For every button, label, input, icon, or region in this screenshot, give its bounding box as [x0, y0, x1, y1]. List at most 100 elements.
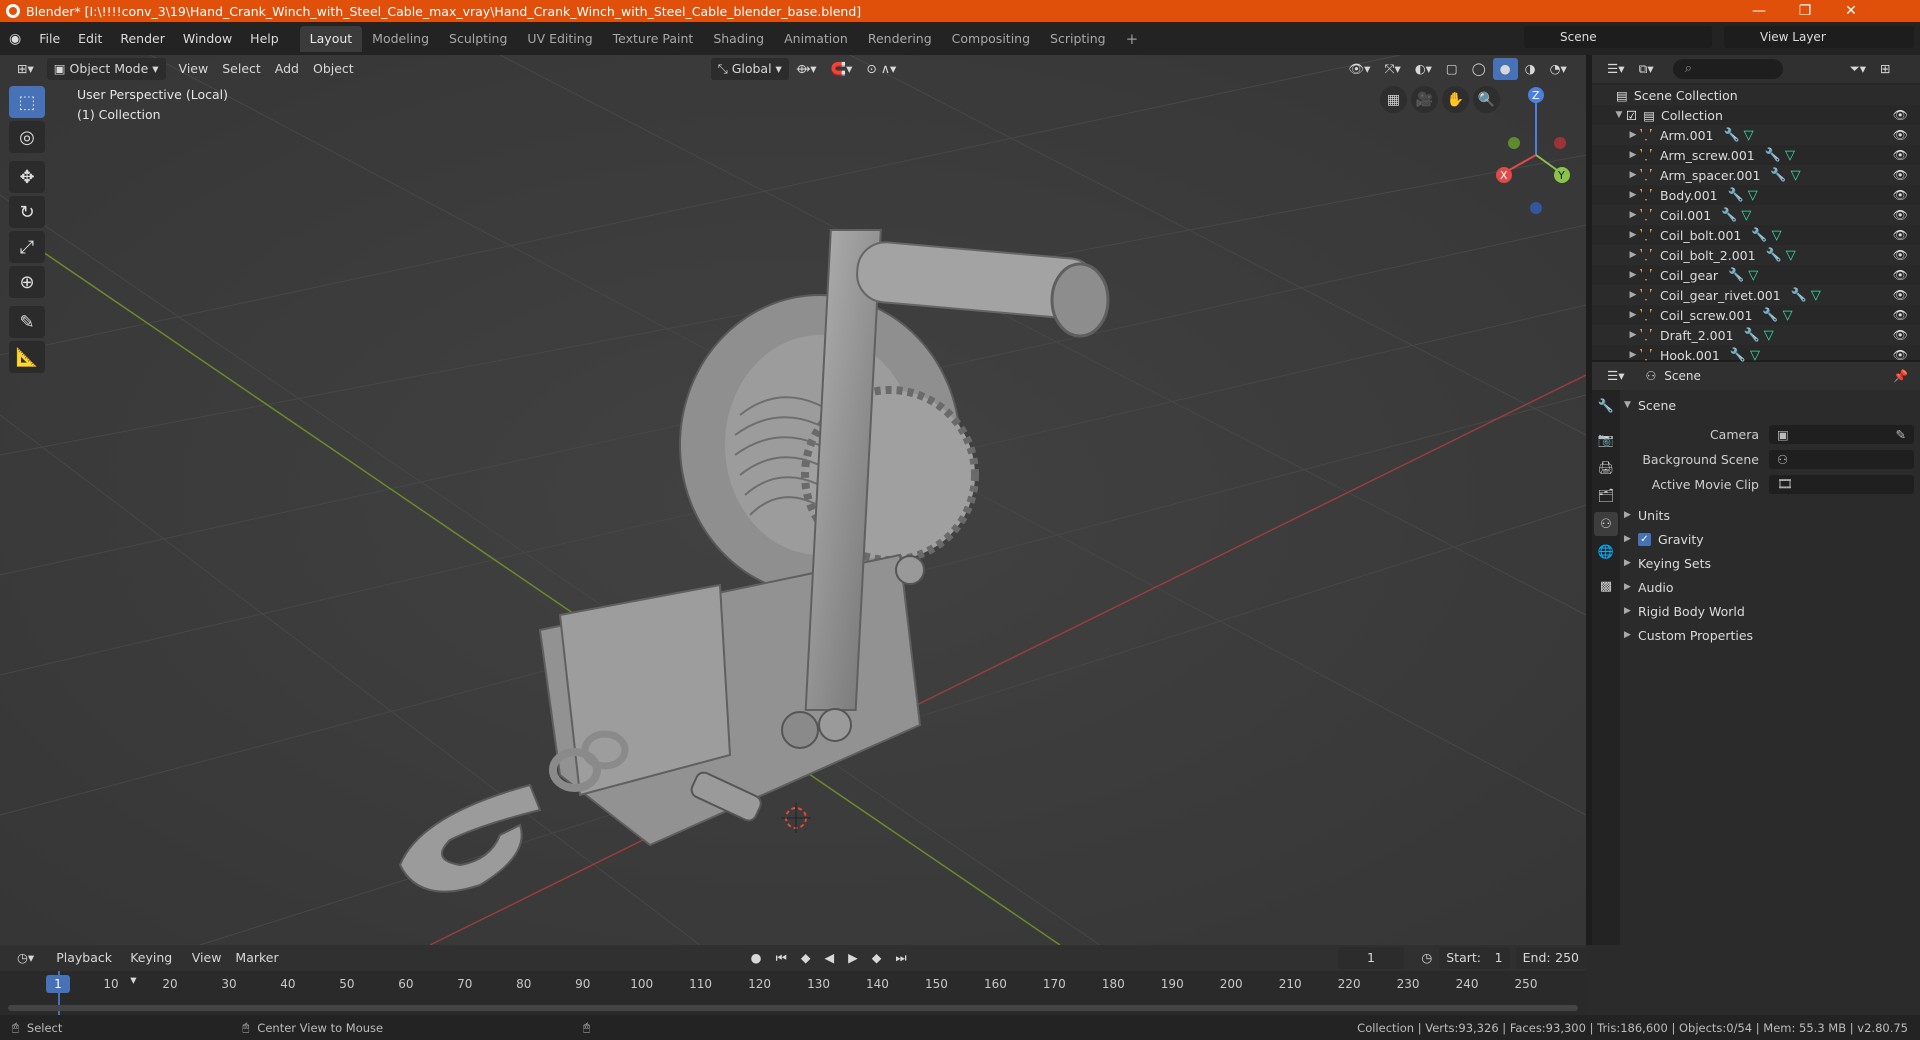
tool-tab-icon[interactable]: 🔧 [1594, 394, 1618, 418]
scene-section-header[interactable]: ▼ Scene [1624, 394, 1914, 416]
mesh-data-icon[interactable]: ▽ [1741, 208, 1751, 223]
eye-icon[interactable]: 👁 [1893, 188, 1908, 202]
keying-menu[interactable]: Keying ▾ [123, 947, 185, 987]
outliner-object-row[interactable]: ▶ Coil_screw.001 🔧 ▽ 👁 [1592, 305, 1920, 325]
eye-icon[interactable]: 👁 [1893, 248, 1908, 262]
expand-object-icon[interactable]: ▶ [1626, 330, 1640, 340]
menu-view[interactable]: View [172, 58, 216, 80]
tab-uv-editing[interactable]: UV Editing [517, 26, 602, 52]
transform-tool-icon[interactable]: ⊕ [9, 266, 45, 298]
modifier-icon[interactable]: 🔧 [1765, 148, 1781, 163]
expand-object-icon[interactable]: ▶ [1626, 250, 1640, 260]
pivot-icon[interactable]: ⟴▾ [789, 58, 824, 80]
eye-icon[interactable]: 👁 [1893, 108, 1908, 122]
expand-object-icon[interactable]: ▶ [1626, 290, 1640, 300]
expand-object-icon[interactable]: ▶ [1626, 170, 1640, 180]
select-box-tool-icon[interactable]: ⬚ [9, 86, 45, 118]
mesh-data-icon[interactable]: ▽ [1772, 228, 1782, 243]
outliner-scene-collection[interactable]: ▤ Scene Collection [1592, 85, 1920, 105]
material-shading-icon[interactable]: ◑ [1518, 58, 1543, 80]
modifier-icon[interactable]: 🔧 [1728, 188, 1744, 203]
transform-orientation-dropdown[interactable]: ⤡ Global ▾ [710, 58, 789, 80]
outliner-object-row[interactable]: ▶ Arm_screw.001 🔧 ▽ 👁 [1592, 145, 1920, 165]
eye-icon[interactable]: 👁 [1893, 148, 1908, 162]
object-mode-dropdown[interactable]: ▣ Object Mode ▾ [46, 58, 166, 80]
pin-icon[interactable]: 📌 [1893, 369, 1908, 383]
eye-icon[interactable]: 👁 [1893, 228, 1908, 242]
camera-view-icon[interactable]: 🎥 [1411, 86, 1438, 113]
modifier-icon[interactable]: 🔧 [1744, 328, 1760, 343]
modifier-icon[interactable]: 🔧 [1721, 208, 1737, 223]
jump-end-icon[interactable]: ⏭ [888, 947, 913, 969]
cursor-tool-icon[interactable]: ◎ [9, 121, 45, 153]
overlay-toggle-icon[interactable]: ◐▾ [1408, 58, 1439, 80]
measure-tool-icon[interactable]: 📐 [9, 341, 45, 373]
timeline-editor-type-icon[interactable]: ◷▾ [10, 947, 41, 969]
menu-render[interactable]: Render [111, 31, 174, 46]
timeline-view-menu[interactable]: View [185, 947, 229, 969]
expand-object-icon[interactable]: ▶ [1626, 350, 1640, 360]
eye-icon[interactable]: 👁 [1893, 208, 1908, 222]
tab-compositing[interactable]: Compositing [942, 26, 1040, 52]
expand-object-icon[interactable]: ▶ [1626, 310, 1640, 320]
modifier-icon[interactable]: 🔧 [1766, 248, 1782, 263]
mesh-data-icon[interactable]: ▽ [1783, 308, 1793, 323]
end-frame-field[interactable]: End: 250 [1515, 947, 1586, 969]
menu-window[interactable]: Window [174, 31, 241, 46]
expand-object-icon[interactable]: ▶ [1626, 230, 1640, 240]
outliner-object-row[interactable]: ▶ Coil_bolt.001 🔧 ▽ 👁 [1592, 225, 1920, 245]
mesh-data-icon[interactable]: ▽ [1748, 188, 1758, 203]
mesh-data-icon[interactable]: ▽ [1785, 148, 1795, 163]
expand-object-icon[interactable]: ▶ [1626, 210, 1640, 220]
outliner-editor-type-icon[interactable]: ☰▾ [1600, 58, 1631, 80]
menu-edit[interactable]: Edit [69, 31, 111, 46]
filter-icon[interactable]: ⏷▾ [1843, 58, 1873, 80]
mesh-data-icon[interactable]: ▽ [1750, 348, 1760, 363]
move-tool-icon[interactable]: ✥ [9, 161, 45, 193]
keying-sets-section[interactable]: ▶ Keying Sets [1624, 552, 1914, 574]
eye-icon[interactable]: 👁 [1893, 268, 1908, 282]
menu-add[interactable]: Add [268, 58, 306, 80]
gravity-checkbox[interactable]: ✓ [1638, 532, 1651, 546]
eye-icon[interactable]: 👁 [1893, 128, 1908, 142]
close-icon[interactable]: ✕ [1828, 0, 1874, 22]
scale-tool-icon[interactable]: ⤢ [9, 231, 45, 263]
outliner-object-row[interactable]: ▶ Draft_2.001 🔧 ▽ 👁 [1592, 325, 1920, 345]
playhead-frame-badge[interactable]: 1 [46, 975, 70, 993]
wireframe-shading-icon[interactable]: ◯ [1465, 58, 1493, 80]
gizmo-toggle-icon[interactable]: ⤧▾ [1377, 58, 1407, 80]
menu-file[interactable]: File [30, 31, 69, 46]
expand-object-icon[interactable]: ▶ [1626, 150, 1640, 160]
world-tab-icon[interactable]: 🌐 [1594, 540, 1618, 564]
tab-animation[interactable]: Animation [774, 26, 858, 52]
units-section[interactable]: ▶ Units [1624, 504, 1914, 526]
eye-icon[interactable]: 👁 [1893, 348, 1908, 362]
add-workspace-icon[interactable]: + [1116, 26, 1149, 52]
gravity-section[interactable]: ▶ ✓ Gravity [1624, 528, 1914, 550]
next-keyframe-icon[interactable]: ◆ [865, 947, 889, 969]
pan-hand-icon[interactable]: ✋ [1442, 86, 1469, 113]
tab-texture-paint[interactable]: Texture Paint [603, 26, 704, 52]
scene-tab-icon[interactable]: ⚇ [1594, 512, 1618, 536]
solid-shading-icon[interactable]: ● [1492, 58, 1518, 80]
play-reverse-icon[interactable]: ◀ [817, 947, 841, 969]
custom-properties-section[interactable]: ▶ Custom Properties [1624, 624, 1914, 646]
background-scene-field[interactable]: ⚇ [1769, 449, 1914, 469]
eye-icon[interactable]: 👁 [1893, 328, 1908, 342]
record-icon[interactable]: ● [744, 947, 769, 969]
maximize-icon[interactable]: ❐ [1782, 0, 1828, 22]
modifier-icon[interactable]: 🔧 [1728, 268, 1744, 283]
outliner-object-row[interactable]: ▶ Coil_gear 🔧 ▽ 👁 [1592, 265, 1920, 285]
outliner-search-input[interactable]: ⌕ [1672, 59, 1783, 79]
outliner-collection[interactable]: ▼ ☑ ▤ Collection 👁 [1592, 105, 1920, 125]
mesh-data-icon[interactable]: ▽ [1791, 168, 1801, 183]
modifier-icon[interactable]: 🔧 [1730, 348, 1746, 363]
timeline-ruler[interactable]: 10 20 30 40 50 60 70 80 90 100 110 120 130 140 150 160 1… [0, 973, 1586, 995]
display-mode-icon[interactable]: ⧉▾ [1631, 58, 1660, 80]
annotate-tool-icon[interactable]: ✎ [9, 306, 45, 338]
modifier-icon[interactable]: 🔧 [1762, 308, 1778, 323]
expand-collection-icon[interactable]: ▼ [1612, 110, 1626, 120]
menu-object[interactable]: Object [306, 58, 361, 80]
menu-select[interactable]: Select [215, 58, 268, 80]
modifier-icon[interactable]: 🔧 [1770, 168, 1786, 183]
